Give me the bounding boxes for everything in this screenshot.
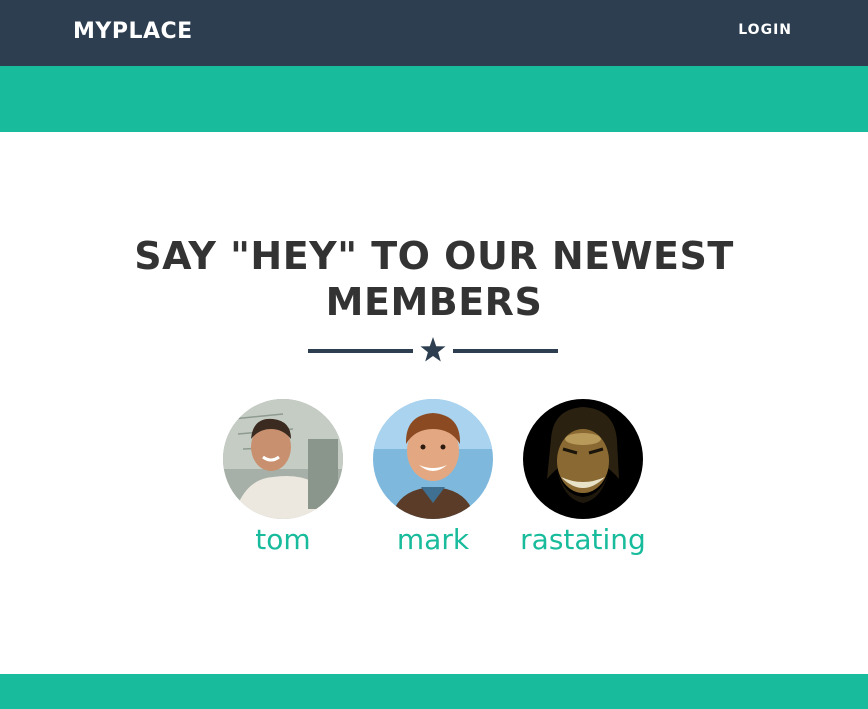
avatar-image xyxy=(523,399,643,519)
header-banner xyxy=(0,66,868,132)
member-avatar[interactable] xyxy=(223,399,343,519)
member-card: mark xyxy=(358,399,508,557)
footer-band xyxy=(0,674,868,709)
star-divider xyxy=(308,336,558,366)
section-title: SAY "HEY" TO OUR NEWEST MEMBERS xyxy=(134,234,734,324)
member-card: rastating xyxy=(508,399,658,557)
navbar: MYPLACE LOGIN xyxy=(0,0,868,66)
divider-line-left xyxy=(308,349,413,353)
avatar-image xyxy=(223,399,343,519)
avatar-image xyxy=(373,399,493,519)
member-avatar[interactable] xyxy=(373,399,493,519)
member-name[interactable]: mark xyxy=(358,523,508,557)
star-icon xyxy=(420,337,446,362)
member-avatar[interactable] xyxy=(523,399,643,519)
divider-line-right xyxy=(453,349,558,353)
member-name[interactable]: tom xyxy=(208,523,358,557)
member-card: tom xyxy=(208,399,358,557)
member-name[interactable]: rastating xyxy=(508,523,658,557)
brand-link[interactable]: MYPLACE xyxy=(73,19,193,44)
login-link[interactable]: LOGIN xyxy=(738,22,792,38)
